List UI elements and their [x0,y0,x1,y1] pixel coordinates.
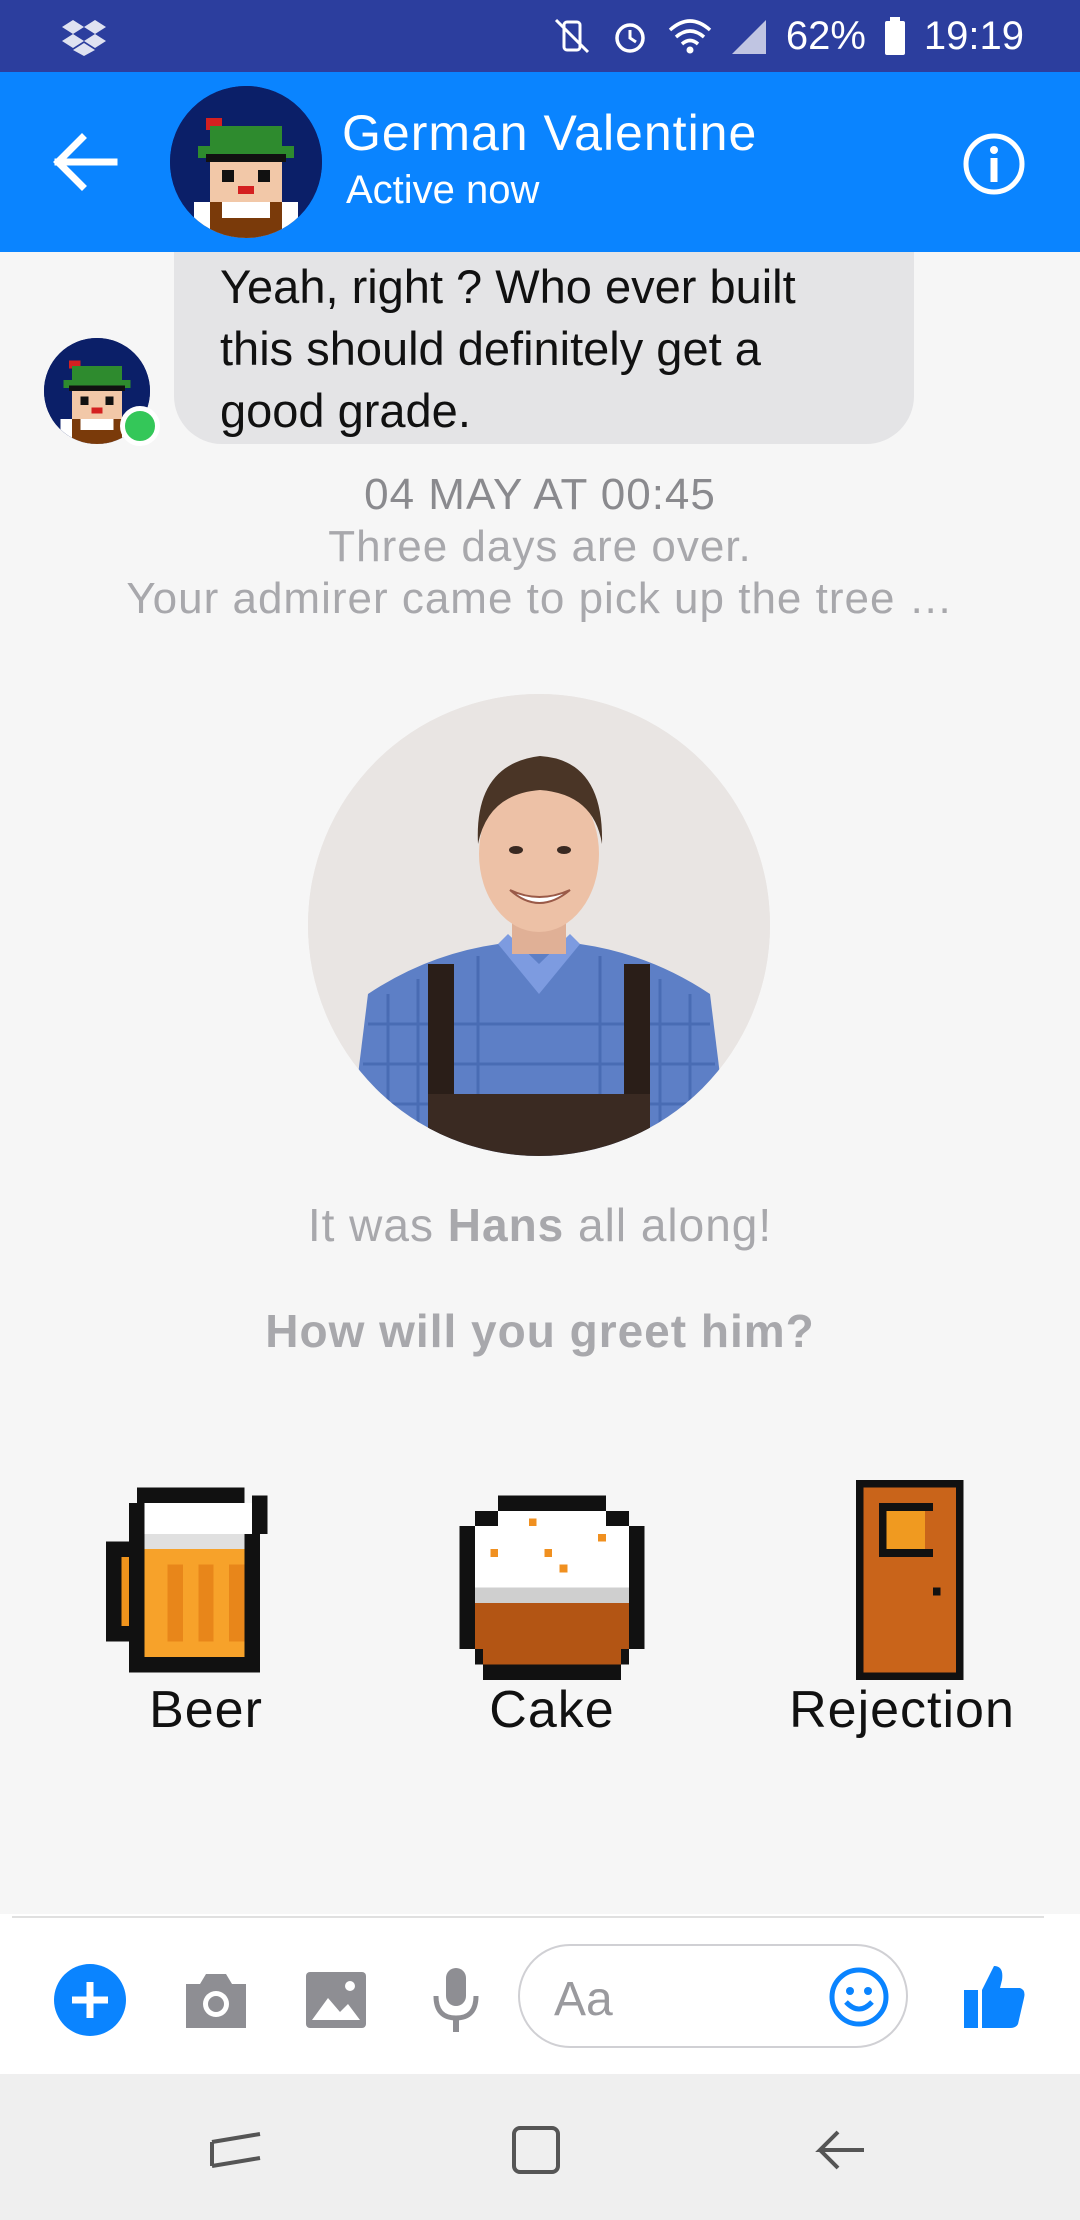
input-placeholder: Aa [554,1973,613,2026]
choice-label: Beer [149,1681,263,1739]
image-icon[interactable] [302,1968,370,2032]
contact-name: German Valentine [342,105,758,161]
composer-divider [12,1916,1044,1918]
alarm-icon [615,23,645,53]
man-in-lederhosen-portrait [308,694,770,1156]
battery-icon [884,17,905,55]
pixel-man-avatar-icon [170,86,322,238]
reveal-text: It was Hans all along! [0,1198,1080,1252]
system-navigation-bar [0,2074,1080,2220]
revealed-person-photo [308,694,770,1156]
conversation-header: German Valentine Active now [0,72,1080,252]
wifi-icon [668,19,711,54]
door-icon [855,1480,964,1680]
contact-avatar[interactable] [170,86,322,238]
message-bubble[interactable]: Yeah, right ? Who ever built this should… [174,252,914,444]
home-icon[interactable] [506,2120,566,2180]
choice-rejection[interactable]: Rejection [752,1480,1052,1740]
microphone-icon[interactable] [428,1964,484,2036]
choice-beer[interactable]: Beer [56,1480,356,1740]
info-icon[interactable] [962,132,1026,196]
plus-icon [72,1982,108,2018]
message-thread[interactable]: Yeah, right ? Who ever built this should… [0,252,1080,1914]
camera-icon[interactable] [182,1968,250,2032]
reveal-prefix: It was [307,1199,448,1251]
signal-icon [731,20,766,54]
back-icon[interactable] [810,2120,870,2180]
dropbox-icon [62,20,106,56]
message-timestamp: 04 MAY AT 00:45 [364,470,716,519]
reveal-suffix: all along! [564,1199,773,1251]
online-indicator [120,406,160,446]
presence-status: Active now [346,168,540,212]
message-composer: Aa [0,1914,1080,2074]
story-text-line-1: Three days are over. [328,522,752,571]
beer-mug-icon [106,1487,268,1673]
story-text-line-2: Your admirer came to pick up the tree … [126,574,954,623]
choice-label: Rejection [789,1681,1015,1739]
back-arrow-icon[interactable] [50,130,122,194]
choice-cake[interactable]: Cake [402,1480,702,1740]
recent-apps-icon[interactable] [206,2120,266,2180]
more-actions-button[interactable] [54,1964,126,2036]
message-input[interactable]: Aa [518,1944,908,2048]
choice-label: Cake [489,1681,615,1739]
mute-vibrate-icon [554,18,589,54]
status-bar: 62% 19:19 [0,0,1080,72]
greeting-question: How will you greet him? [265,1305,815,1357]
clock: 19:19 [923,13,1024,58]
thumbs-up-icon[interactable] [962,1962,1026,2030]
cake-icon [459,1495,645,1680]
emoji-icon[interactable] [828,1966,890,2028]
reveal-name: Hans [447,1199,565,1251]
battery-percent: 62% [785,13,866,58]
message-text: Yeah, right ? Who ever built this should… [220,260,796,437]
